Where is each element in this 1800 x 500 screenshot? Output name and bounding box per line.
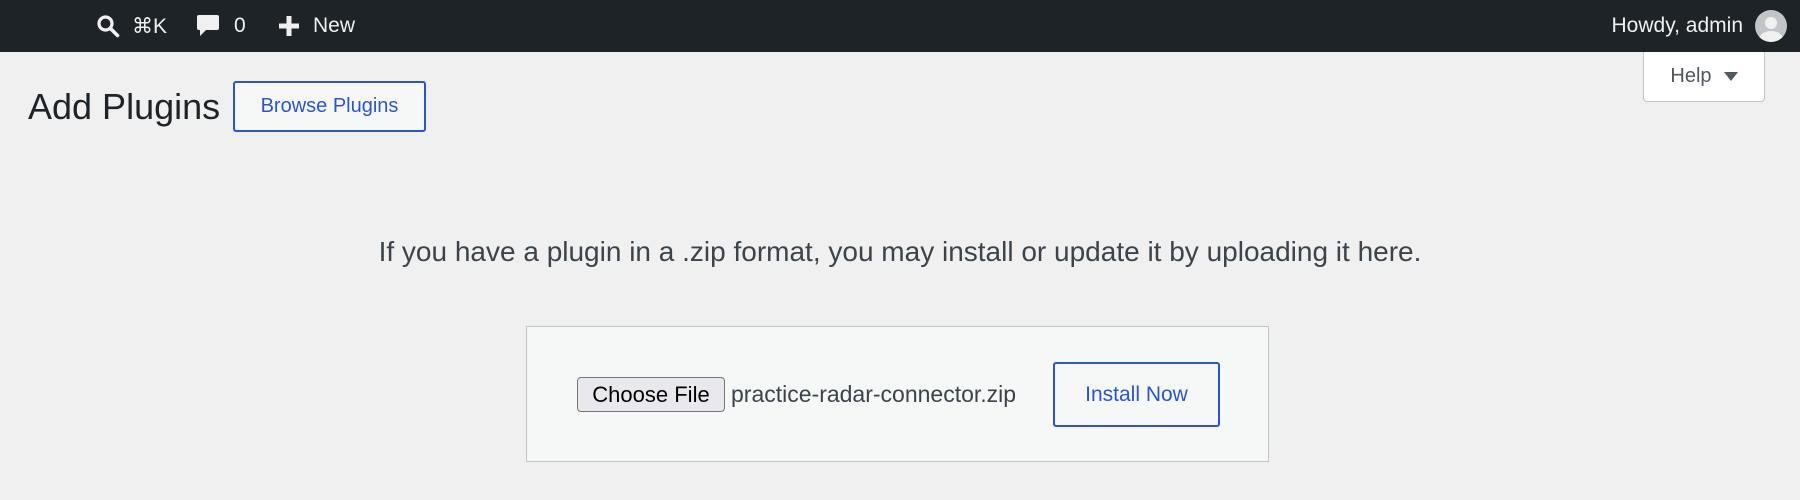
- selected-file-name: practice-radar-connector.zip: [731, 381, 1017, 407]
- greeting-label: Howdy, admin: [1611, 14, 1744, 37]
- new-label: New: [313, 14, 356, 37]
- search-shortcut-label: ⌘K: [132, 14, 168, 38]
- caret-down-icon: [1723, 72, 1738, 81]
- install-now-button[interactable]: Install Now: [1053, 362, 1220, 427]
- browse-plugins-button[interactable]: Browse Plugins: [233, 81, 426, 132]
- page-title: Add Plugins: [28, 86, 221, 127]
- help-label: Help: [1670, 65, 1712, 87]
- admin-bar: ⌘K 0 New Howdy, admin: [0, 0, 1800, 52]
- comments-menu[interactable]: 0: [196, 0, 246, 52]
- choose-file-button[interactable]: Choose File: [577, 377, 725, 412]
- avatar-icon: [1755, 10, 1787, 42]
- command-palette-button[interactable]: ⌘K: [96, 0, 167, 52]
- comment-icon: [196, 13, 220, 39]
- help-tab-button[interactable]: Help: [1643, 52, 1765, 102]
- search-icon: [96, 14, 120, 38]
- plus-icon: [278, 15, 300, 37]
- upload-form: Choose File practice-radar-connector.zip…: [526, 326, 1269, 462]
- comments-count: 0: [234, 14, 246, 37]
- new-content-menu[interactable]: New: [278, 0, 355, 52]
- upload-instructions: If you have a plugin in a .zip format, y…: [378, 236, 1422, 267]
- admin-bar-left-strip: [0, 49, 90, 52]
- my-account-menu[interactable]: Howdy, admin: [1611, 0, 1787, 52]
